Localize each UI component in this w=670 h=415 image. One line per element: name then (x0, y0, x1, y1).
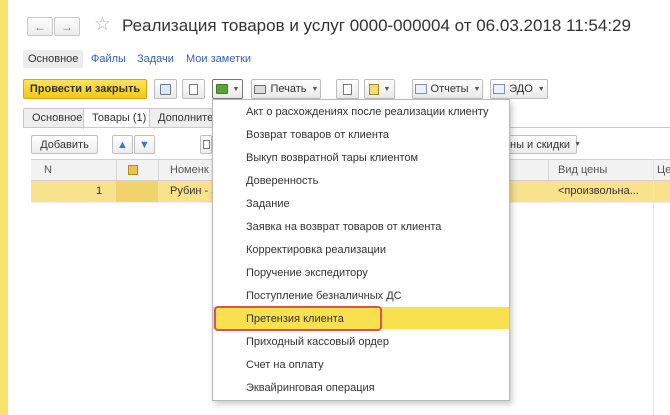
content-tab-goods[interactable]: Товары (1) (83, 108, 156, 129)
save-button[interactable] (154, 79, 177, 99)
arrow-down-icon: ▼ (139, 138, 150, 151)
left-strip (0, 0, 8, 415)
edo-icon (493, 84, 506, 94)
menu-item-task[interactable]: Задание (246, 195, 290, 213)
document-icon (189, 83, 198, 95)
back-button[interactable]: ← (27, 17, 53, 36)
column-separator (116, 159, 117, 181)
menu-item-goods-return[interactable]: Возврат товаров от клиента (246, 126, 389, 144)
flag-icon (128, 165, 138, 175)
arrow-up-icon: ▲ (117, 138, 128, 151)
column-price-type[interactable]: Вид цены (558, 159, 607, 181)
menu-item-cash-receipt-order[interactable]: Приходный кассовый ордер (246, 333, 389, 351)
content-tab-additional[interactable]: Дополнитель (149, 108, 213, 128)
column-flag[interactable] (128, 159, 138, 181)
column-separator (158, 159, 159, 181)
tab-tasks[interactable]: Задачи (137, 50, 174, 68)
attachments-button[interactable]: ▼ (364, 79, 395, 99)
arrow-left-icon: ← (34, 19, 46, 34)
reports-button[interactable]: Отчеты ▼ (412, 79, 483, 99)
content-tab-main[interactable]: Основное (23, 108, 92, 128)
copy-button[interactable] (200, 135, 212, 154)
prices-discounts-button[interactable]: ны и скидки ▼ (505, 135, 581, 154)
menu-item-return-request[interactable]: Заявка на возврат товаров от клиента (246, 218, 441, 236)
column-separator (653, 159, 654, 415)
chevron-down-icon: ▼ (537, 85, 545, 93)
print-button[interactable]: Печать ▼ (251, 79, 321, 99)
forward-button[interactable]: → (54, 17, 80, 36)
chevron-down-icon: ▼ (473, 85, 481, 93)
move-down-button[interactable]: ▼ (134, 135, 155, 154)
reports-icon (414, 84, 427, 94)
save-icon (160, 83, 171, 95)
page-title: Реализация товаров и услуг 0000-000004 о… (122, 16, 631, 35)
tab-files[interactable]: Файлы (91, 50, 126, 68)
reports-label: Отчеты (430, 83, 469, 95)
prices-discounts-label: ны и скидки (510, 138, 571, 151)
print-label: Печать (270, 83, 307, 95)
arrow-right-icon: → (61, 19, 73, 34)
tab-main[interactable]: Основное (23, 50, 83, 68)
highlight-outline (214, 306, 382, 331)
structure-button[interactable] (336, 79, 359, 99)
row-number: 1 (96, 185, 103, 197)
column-separator (548, 159, 549, 181)
star-icon[interactable]: ☆ (94, 14, 111, 36)
menu-item-discrepancy-act[interactable]: Акт о расхождениях после реализации клие… (246, 103, 489, 121)
move-up-button[interactable]: ▲ (112, 135, 133, 154)
add-button[interactable]: Добавить (31, 135, 98, 154)
copy-icon (202, 140, 210, 149)
attachment-icon (368, 83, 379, 95)
post-and-close-button[interactable]: Провести и закрыть (23, 79, 147, 99)
menu-item-power-of-attorney[interactable]: Доверенность (246, 172, 318, 190)
create-based-on-icon (215, 84, 228, 94)
column-number[interactable]: N (44, 159, 52, 181)
menu-item-cashless-receipt[interactable]: Поступление безналичных ДС (246, 287, 402, 305)
printer-icon (253, 84, 266, 94)
chevron-down-icon: ▼ (383, 85, 391, 93)
create-based-on-button[interactable]: ▼ (212, 79, 243, 99)
post-button[interactable] (182, 79, 205, 99)
column-price[interactable]: Це (657, 159, 670, 181)
row-nomenclature: Рубин - З (170, 185, 218, 197)
column-nomenclature[interactable]: Номенк (170, 159, 209, 181)
edo-label: ЭДО (509, 83, 533, 95)
chevron-down-icon: ▼ (311, 85, 319, 93)
tab-my-notes[interactable]: Мои заметки (186, 50, 251, 68)
menu-item-invoice[interactable]: Счет на оплату (246, 356, 324, 374)
structure-icon (343, 83, 352, 95)
row-flag-cell (116, 181, 158, 202)
edo-button[interactable]: ЭДО ▼ (490, 79, 548, 99)
chevron-down-icon: ▼ (232, 85, 240, 93)
chevron-down-icon: ▼ (574, 141, 582, 148)
menu-item-sales-correction[interactable]: Корректировка реализации (246, 241, 386, 259)
menu-item-forwarder-order[interactable]: Поручение экспедитору (246, 264, 368, 282)
menu-item-tare-buyback[interactable]: Выкуп возвратной тары клиентом (246, 149, 418, 167)
row-price-type: <произвольна... (558, 185, 639, 197)
menu-item-acquiring-operation[interactable]: Эквайринговая операция (246, 379, 375, 397)
